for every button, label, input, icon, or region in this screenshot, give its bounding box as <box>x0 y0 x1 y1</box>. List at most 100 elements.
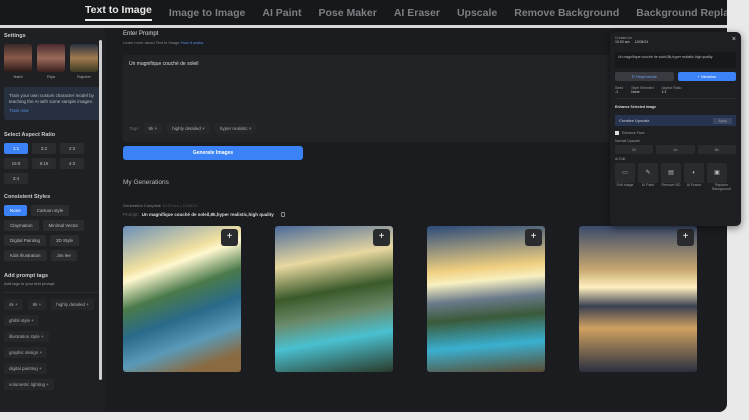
edit-label: Edit Image <box>616 183 634 187</box>
tab-pose-maker[interactable]: Pose Maker <box>318 7 376 19</box>
tab-image-to-image[interactable]: Image to Image <box>169 7 245 19</box>
enhance-face-checkbox[interactable] <box>615 131 619 135</box>
apply-button[interactable]: Apply <box>713 117 732 124</box>
remove-bg-icon: ▤ <box>661 163 681 183</box>
tag-highly-detailed[interactable]: highly detailed + <box>51 298 94 310</box>
created-time: 10:03 am <box>615 40 630 44</box>
tab-background-replacer[interactable]: Background Replacer <box>636 7 727 19</box>
character-label: Naini <box>13 74 23 79</box>
upscale-8x[interactable]: 8x <box>697 145 736 154</box>
aspect-2-3[interactable]: 2:3 <box>60 142 84 154</box>
styles-title: Consistent Styles <box>4 193 51 200</box>
character-label: Rajveer <box>77 74 91 79</box>
add-button[interactable]: + <box>373 229 390 246</box>
prompt-tag-highly-detailed[interactable]: highly detailed × <box>167 123 210 134</box>
character-rajveer[interactable]: Rajveer <box>70 44 98 79</box>
aspect-3-4[interactable]: 3:4 <box>4 172 28 184</box>
ai-edit-label: AI Edit <box>615 157 626 161</box>
variation-button[interactable]: + Variation <box>677 72 736 81</box>
image-details-panel: Created on 10:03 am 13/06/24 × Un magnifiq… <box>610 32 741 226</box>
aspect-16-9[interactable]: 16:9 <box>4 157 28 169</box>
upscale-2x[interactable]: 2x <box>615 145 654 154</box>
prompt-label: Prompt: <box>123 212 139 217</box>
tab-remove-background[interactable]: Remove Background <box>514 7 619 19</box>
tag-8k[interactable]: 8k + <box>27 298 47 310</box>
edit-label: Replace Background <box>712 183 731 191</box>
tags-title: Add prompt tags <box>4 272 48 279</box>
generations-title: My Generations <box>123 179 169 186</box>
top-nav: Text to Image Image to Image AI Paint Po… <box>0 0 727 25</box>
style-claymation[interactable]: Claymation <box>4 219 39 231</box>
creative-upscale-label: Creative Upscale <box>619 118 650 123</box>
sidebar-scrollbar[interactable] <box>99 40 102 380</box>
aspect-4-3[interactable]: 4:3 <box>60 157 84 169</box>
character-naini[interactable]: Naini <box>4 44 32 79</box>
generated-image-1[interactable]: + <box>123 226 241 372</box>
replace-background-button[interactable]: ▣ Replace Background <box>707 163 736 191</box>
tab-text-to-image[interactable]: Text to Image <box>85 4 152 21</box>
settings-title: Settings <box>4 33 26 39</box>
tags-subtitle: Add tags to your text prompt. <box>4 280 56 286</box>
how-it-works-link[interactable]: How it works <box>181 40 204 45</box>
train-text: Train your own custom character model by… <box>9 93 94 104</box>
aspect-1-1[interactable]: 1:1 <box>4 142 28 154</box>
style-minimal-vector[interactable]: Minimal Vector <box>42 219 85 231</box>
generated-image-3[interactable]: + <box>427 226 545 372</box>
edit-label: Remove BG <box>661 183 681 187</box>
style-kids-illustration[interactable]: Kids Illustration <box>4 249 47 261</box>
normal-upscale-label: Normal Upscale <box>615 139 640 143</box>
edit-image-button[interactable]: ▭ Edit Image <box>615 163 635 191</box>
aspect-3-2[interactable]: 3:2 <box>32 142 56 154</box>
enhance-title: Enhance Selected Image <box>615 105 657 109</box>
remove-bg-button[interactable]: ▤ Remove BG <box>661 163 681 191</box>
replace-bg-icon: ▣ <box>707 163 727 183</box>
tab-ai-paint[interactable]: AI Paint <box>262 7 301 19</box>
brush-icon: ✎ <box>638 163 658 183</box>
tag-4k[interactable]: 4k + <box>4 298 23 310</box>
generate-images-button[interactable]: Generate Images <box>123 146 303 160</box>
panel-prompt: Un magnifique couché de soleil,8k,hyper … <box>615 52 736 68</box>
tag-graphic-design[interactable]: graphic design + <box>4 346 48 358</box>
style-3d[interactable]: 3D Style <box>50 234 80 246</box>
tags-label: Tags <box>129 126 139 131</box>
tag-ghibli[interactable]: ghibli style + <box>4 314 39 326</box>
tag-illustration[interactable]: illustration style + <box>4 330 49 342</box>
aspect-9-16[interactable]: 9:16 <box>32 157 56 169</box>
generation-prompt: Un magnifique couché de soleil,8k,hyper … <box>141 212 274 217</box>
upscale-4x[interactable]: 4x <box>656 145 695 154</box>
ai-paint-button[interactable]: ✎ AI Paint <box>638 163 658 191</box>
add-button[interactable]: + <box>221 229 238 246</box>
ratio-value: 1:1 <box>661 90 667 94</box>
style-jim-lee[interactable]: Jim lee <box>50 249 77 261</box>
style-none[interactable]: None <box>4 204 27 216</box>
tab-ai-eraser[interactable]: AI Eraser <box>394 7 440 19</box>
tag-volumetric-lighting[interactable]: volumetric lighting + <box>4 378 54 390</box>
prompt-tag-hyper-realistic[interactable]: hyper realistic × <box>214 123 257 134</box>
tag-digital-painting[interactable]: digital painting + <box>4 362 47 374</box>
generation-status: Generation Complete <box>123 203 162 208</box>
prompt-tag-8k[interactable]: 8k × <box>143 123 163 134</box>
style-cartoon[interactable]: Cartoon style <box>30 204 70 216</box>
created-date: 13/06/24 <box>634 40 649 44</box>
add-button[interactable]: + <box>525 229 542 246</box>
regenerate-button[interactable]: ↻ Regenerate <box>615 72 674 81</box>
edit-icon: ▭ <box>615 163 635 183</box>
style-digital-painting[interactable]: Digital Painting <box>4 234 47 246</box>
tab-upscale[interactable]: Upscale <box>457 7 497 19</box>
generated-image-4[interactable]: + <box>579 226 697 372</box>
character-label: Riya <box>46 74 55 79</box>
settings-sidebar: Settings Naini Riya Rajveer Train your o… <box>0 28 105 412</box>
enhance-face-label: Enhance Face <box>622 131 645 135</box>
close-icon[interactable]: × <box>732 36 736 44</box>
train-now-link[interactable]: Train now <box>9 108 96 114</box>
generation-meta: 10:03 am | 13/06/24 <box>162 203 198 208</box>
generated-image-2[interactable]: + <box>275 226 393 372</box>
aspect-title: Select Aspect Ratio <box>4 131 56 138</box>
train-model-card: Train your own custom character model by… <box>4 87 101 120</box>
add-button[interactable]: + <box>677 229 694 246</box>
copy-icon[interactable] <box>280 212 285 217</box>
style-value: None <box>631 90 640 94</box>
prompt-title: Enter Prompt <box>123 31 159 37</box>
character-riya[interactable]: Riya <box>37 44 65 79</box>
ai-eraser-button[interactable]: ◐ AI Eraser <box>684 163 704 191</box>
